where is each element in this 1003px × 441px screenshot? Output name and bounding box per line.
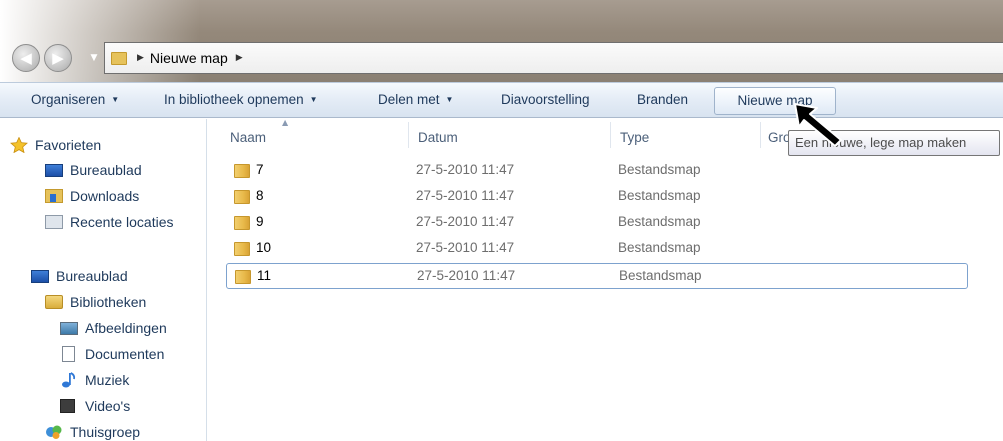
desktop-icon (31, 270, 49, 283)
forward-arrow-icon: ▶ (52, 49, 64, 67)
command-bar: Organiseren ▼ In bibliotheek opnemen ▼ Del… (0, 82, 1003, 118)
back-button[interactable]: ◀ (12, 44, 40, 72)
sidebar-item-label: Bibliotheken (70, 294, 147, 310)
table-row[interactable]: 7 27-5-2010 11:47 Bestandsmap (226, 158, 968, 184)
libraries-icon (45, 295, 63, 309)
sidebar-item-libraries[interactable]: Bibliotheken (45, 291, 146, 313)
slideshow-label: Diavoorstelling (501, 92, 590, 107)
column-header-type[interactable]: Type (620, 130, 649, 145)
sidebar-item-label: Afbeeldingen (85, 320, 167, 336)
breadcrumb-chevron-icon[interactable]: ▶ (137, 53, 144, 63)
recent-places-icon (45, 215, 63, 229)
sidebar-item-label: Video's (85, 398, 131, 414)
file-name: 11 (257, 268, 272, 283)
back-arrow-icon: ◀ (20, 49, 32, 67)
recent-pages-dropdown-icon[interactable]: ▼ (88, 51, 100, 65)
file-date: 27-5-2010 11:47 (416, 240, 515, 255)
folder-icon (111, 51, 127, 65)
chevron-down-icon: ▼ (445, 95, 454, 104)
include-library-label: In bibliotheek opnemen (164, 92, 304, 107)
sidebar-item-label: Bureaublad (70, 162, 142, 178)
burn-label: Branden (637, 92, 689, 107)
sidebar-item-label: Bureaublad (56, 268, 128, 284)
table-row-selected[interactable]: 11 27-5-2010 11:47 Bestandsmap (226, 263, 968, 289)
file-type: Bestandsmap (618, 162, 701, 177)
column-divider[interactable] (610, 122, 611, 148)
folder-icon (235, 270, 251, 284)
include-in-library-button[interactable]: In bibliotheek opnemen ▼ (164, 83, 318, 119)
column-divider[interactable] (760, 122, 761, 148)
file-type: Bestandsmap (618, 188, 701, 203)
organize-menu-button[interactable]: Organiseren ▼ (31, 83, 119, 119)
column-header-date[interactable]: Datum (418, 130, 458, 145)
slideshow-button[interactable]: Diavoorstelling (501, 83, 590, 119)
sidebar-item-label: Muziek (85, 372, 130, 388)
sidebar-item-recent-places[interactable]: Recente locaties (45, 211, 174, 233)
mouse-pointer-icon (794, 103, 842, 147)
sidebar-item-label: Thuisgroep (70, 424, 141, 440)
column-divider[interactable] (408, 122, 409, 148)
folder-icon (234, 242, 250, 256)
folder-icon (234, 216, 250, 230)
table-row[interactable]: 8 27-5-2010 11:47 Bestandsmap (226, 184, 968, 210)
share-label: Delen met (378, 92, 440, 107)
column-header-name[interactable]: Naam (230, 130, 266, 145)
file-name: 7 (256, 162, 264, 177)
file-type: Bestandsmap (618, 214, 701, 229)
sidebar-item-desktop-favorite[interactable]: Bureaublad (45, 159, 142, 181)
burn-button[interactable]: Branden (637, 83, 688, 119)
sidebar-item-label: Downloads (70, 188, 140, 204)
organize-label: Organiseren (31, 92, 106, 107)
address-bar[interactable]: ▶ Nieuwe map ▶ (104, 42, 1003, 74)
folder-icon (234, 164, 250, 178)
sidebar-item-pictures[interactable]: Afbeeldingen (60, 317, 167, 339)
sidebar-item-label: Documenten (85, 346, 165, 362)
sidebar-item-label: Favorieten (35, 137, 102, 153)
downloads-folder-icon (45, 189, 63, 203)
folder-icon (234, 190, 250, 204)
chevron-down-icon: ▼ (111, 95, 120, 104)
file-name: 9 (256, 214, 264, 229)
sidebar-item-favorites[interactable]: Favorieten (10, 134, 101, 156)
share-with-button[interactable]: Delen met ▼ (378, 83, 453, 119)
document-icon (62, 346, 75, 362)
forward-button[interactable]: ▶ (44, 44, 72, 72)
file-date: 27-5-2010 11:47 (417, 268, 516, 283)
star-icon (10, 136, 28, 154)
file-date: 27-5-2010 11:47 (416, 188, 515, 203)
table-row[interactable]: 10 27-5-2010 11:47 Bestandsmap (226, 236, 968, 262)
sidebar-item-videos[interactable]: Video's (60, 395, 130, 417)
homegroup-icon (45, 424, 63, 440)
navigation-pane: Favorieten Bureaublad Downloads Recente … (0, 119, 206, 441)
breadcrumb-item[interactable]: Nieuwe map (150, 50, 228, 66)
table-row[interactable]: 9 27-5-2010 11:47 Bestandsmap (226, 210, 968, 236)
file-name: 8 (256, 188, 264, 203)
sidebar-item-downloads[interactable]: Downloads (45, 185, 139, 207)
file-name: 10 (256, 240, 272, 255)
file-type: Bestandsmap (618, 240, 701, 255)
video-film-icon (60, 399, 75, 413)
sidebar-item-label: Recente locaties (70, 214, 174, 230)
sort-ascending-icon: ▲ (282, 118, 289, 127)
chevron-down-icon: ▼ (309, 95, 318, 104)
desktop-icon (45, 164, 63, 177)
pictures-icon (60, 321, 78, 335)
sidebar-item-homegroup[interactable]: Thuisgroep (45, 421, 140, 441)
music-note-icon (60, 372, 78, 388)
sidebar-item-music[interactable]: Muziek (60, 369, 129, 391)
file-date: 27-5-2010 11:47 (416, 162, 515, 177)
breadcrumb-chevron-icon[interactable]: ▶ (236, 53, 243, 63)
file-type: Bestandsmap (619, 268, 702, 283)
sidebar-item-documents[interactable]: Documenten (60, 343, 164, 365)
file-date: 27-5-2010 11:47 (416, 214, 515, 229)
pane-splitter[interactable] (206, 119, 207, 441)
sidebar-item-desktop[interactable]: Bureaublad (31, 265, 128, 287)
